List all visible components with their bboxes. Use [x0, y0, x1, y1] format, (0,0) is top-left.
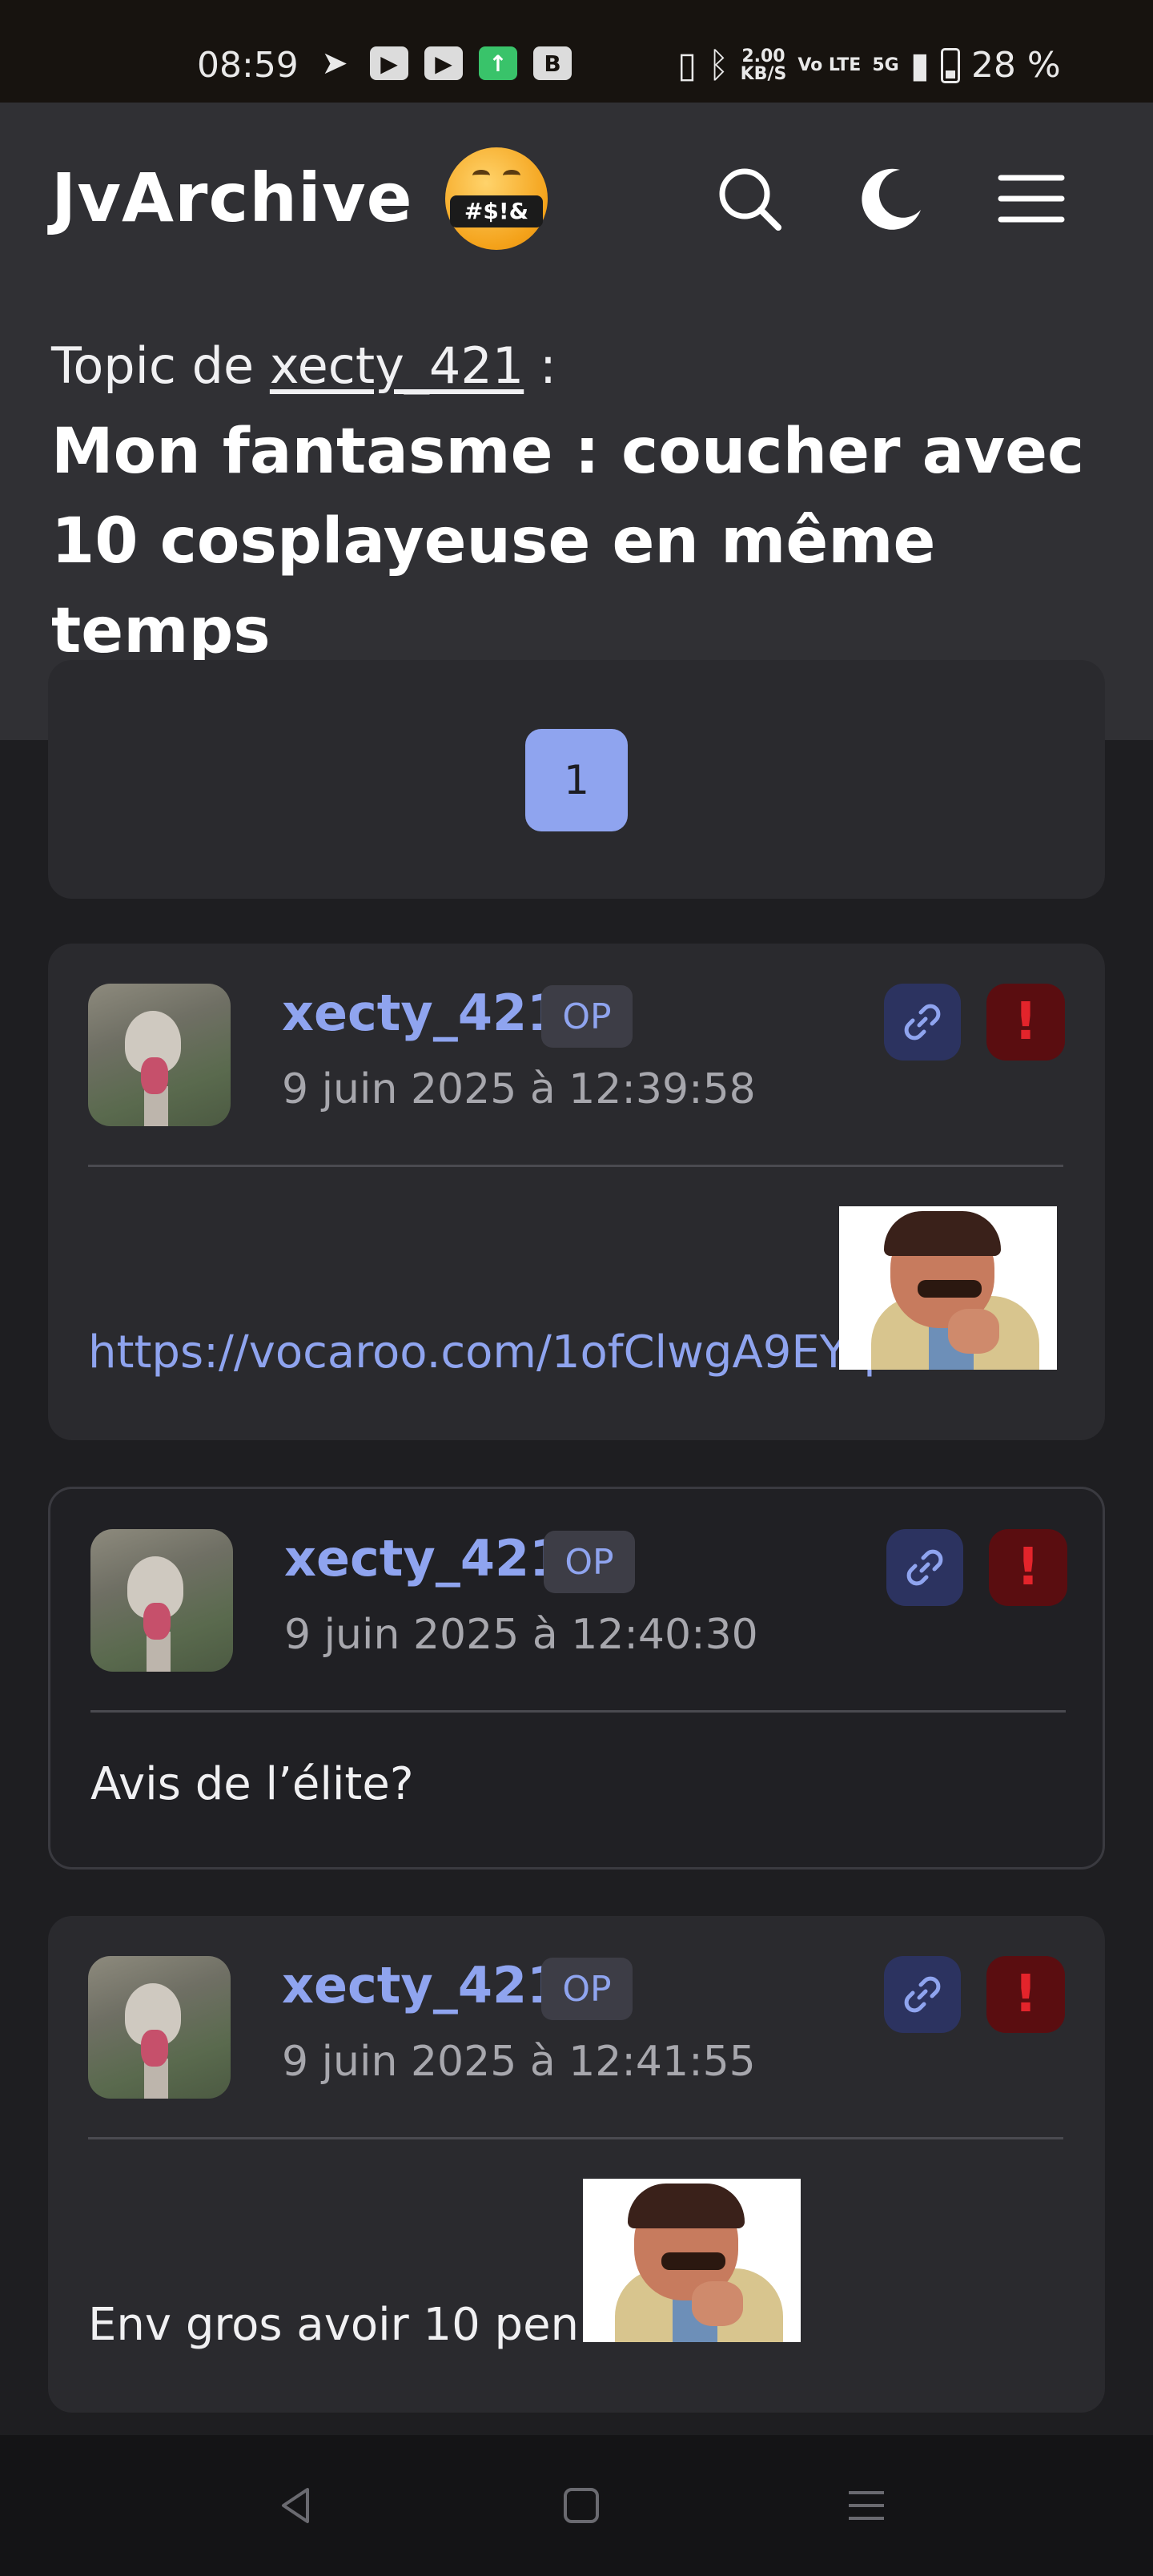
post-date: 9 juin 2025 à 12:40:30: [284, 1611, 758, 1659]
site-logo[interactable]: JvArchive: [51, 159, 413, 237]
battery-level: 28 %: [970, 45, 1061, 86]
status-indicators: ▯ ᛒ 2.00 KB/S Vo LTE 5G ▮ 28 %: [677, 45, 1061, 86]
avatar[interactable]: [90, 1529, 233, 1672]
sticker-part: [918, 1280, 982, 1298]
search-button[interactable]: [711, 160, 788, 237]
op-badge: OP: [541, 1958, 633, 2020]
post-author-link[interactable]: xecty_421: [284, 1529, 564, 1588]
emoji-symbols: #$!&: [450, 195, 543, 227]
avatar[interactable]: [88, 984, 231, 1126]
home-button[interactable]: [557, 2481, 605, 2530]
topic-title: Mon fantasme : coucher avec 10 cosplayeu…: [51, 416, 1085, 667]
back-triangle-icon: [282, 2488, 309, 2523]
network-speed: 2.00 KB/S: [740, 47, 787, 84]
system-navigation-bar: [0, 2435, 1153, 2576]
avatar-part: [141, 1057, 168, 1094]
signal-type: 5G: [872, 54, 899, 75]
link-icon: [904, 1004, 941, 1040]
back-button[interactable]: [272, 2481, 320, 2530]
permalink-button[interactable]: [884, 984, 961, 1061]
op-badge: OP: [541, 985, 633, 1048]
post: xecty_421 OP 9 juin 2025 à 12:39:58 ! ht…: [48, 944, 1105, 1440]
emoji-eye-left: [472, 170, 490, 181]
avatar-part: [141, 2030, 168, 2067]
search-icon: [719, 168, 781, 231]
sticker-part: [948, 1309, 999, 1354]
sticker-image[interactable]: [583, 2179, 801, 2342]
sticker-part: [661, 2252, 725, 2270]
vibrate-icon: ▯: [677, 45, 697, 86]
sticker-image[interactable]: [839, 1206, 1057, 1370]
post: xecty_421 OP 9 juin 2025 à 12:40:30 ! Av…: [48, 1487, 1105, 1870]
battery-icon: [940, 47, 960, 83]
youtube-icon-2: ▶: [424, 46, 463, 80]
exclamation-icon: !: [1014, 1965, 1038, 2024]
post-author-link[interactable]: xecty_421: [282, 984, 561, 1042]
hamburger-icon: [998, 175, 1065, 223]
permalink-button[interactable]: [886, 1529, 963, 1606]
report-button[interactable]: !: [989, 1529, 1067, 1606]
cursing-face-emoji-icon: #$!&: [445, 147, 548, 250]
sticker-part: [884, 1211, 1001, 1256]
network-speed-unit: KB/S: [740, 63, 787, 84]
pagination: 1: [48, 660, 1105, 899]
telegram-icon: ➤: [321, 45, 348, 82]
exclamation-icon: !: [1016, 1538, 1040, 1597]
volte-indicator: Vo LTE: [797, 54, 862, 75]
report-button[interactable]: !: [986, 1956, 1065, 2033]
sticker-part: [628, 2184, 745, 2228]
b-app-icon: B: [533, 46, 572, 80]
emoji-eye-right: [503, 170, 520, 181]
recents-lines-icon: [849, 2491, 884, 2520]
youtube-icon: ▶: [370, 46, 408, 80]
topic-suffix: :: [539, 336, 556, 395]
report-button[interactable]: !: [986, 984, 1065, 1061]
post-body-text: Avis de l’élite?: [90, 1758, 414, 1810]
post-divider: [90, 1710, 1066, 1713]
moon-icon: [862, 168, 921, 230]
signal-bars-icon: ▮: [910, 45, 930, 86]
avatar-part: [143, 1603, 171, 1640]
post-divider: [88, 2137, 1063, 2139]
op-badge: OP: [544, 1531, 635, 1593]
topic-author-link[interactable]: xecty_421: [270, 336, 524, 395]
status-time: 08:59: [197, 45, 299, 86]
permalink-button[interactable]: [884, 1956, 961, 2033]
post: xecty_421 OP 9 juin 2025 à 12:41:55 ! En…: [48, 1916, 1105, 2413]
link-icon: [906, 1549, 943, 1586]
post-author-link[interactable]: xecty_421: [282, 1956, 561, 2015]
theme-toggle-button[interactable]: [852, 160, 929, 237]
status-bar: 08:59 ➤ ▶ ▶ ↑ B ▯ ᛒ 2.00 KB/S Vo LTE 5G …: [0, 0, 1153, 103]
topic-byline: Topic de xecty_421 :: [51, 336, 556, 395]
post-date: 9 juin 2025 à 12:39:58: [282, 1065, 756, 1113]
avatar[interactable]: [88, 1956, 231, 2099]
exclamation-icon: !: [1014, 992, 1038, 1052]
recents-button[interactable]: [842, 2481, 890, 2530]
post-divider: [88, 1165, 1063, 1167]
post-body-text: Env gros avoir 10 penis: [88, 2299, 615, 2351]
bluetooth-icon: ᛒ: [708, 45, 729, 86]
upload-icon: ↑: [479, 46, 517, 80]
site-header: JvArchive #$!& Topic de xecty_421 : Mon …: [0, 103, 1153, 740]
page-button-current[interactable]: 1: [525, 729, 628, 831]
sticker-part: [692, 2281, 743, 2326]
menu-button[interactable]: [993, 160, 1070, 237]
post-body-link[interactable]: https://vocaroo.com/1ofClwgA9EYq: [88, 1326, 876, 1379]
topic-prefix: Topic de: [51, 336, 255, 395]
notification-icons: ➤ ▶ ▶ ↑ B: [315, 45, 572, 82]
home-square-icon: [564, 2488, 599, 2523]
post-date: 9 juin 2025 à 12:41:55: [282, 2038, 756, 2086]
link-icon: [904, 1976, 941, 2013]
